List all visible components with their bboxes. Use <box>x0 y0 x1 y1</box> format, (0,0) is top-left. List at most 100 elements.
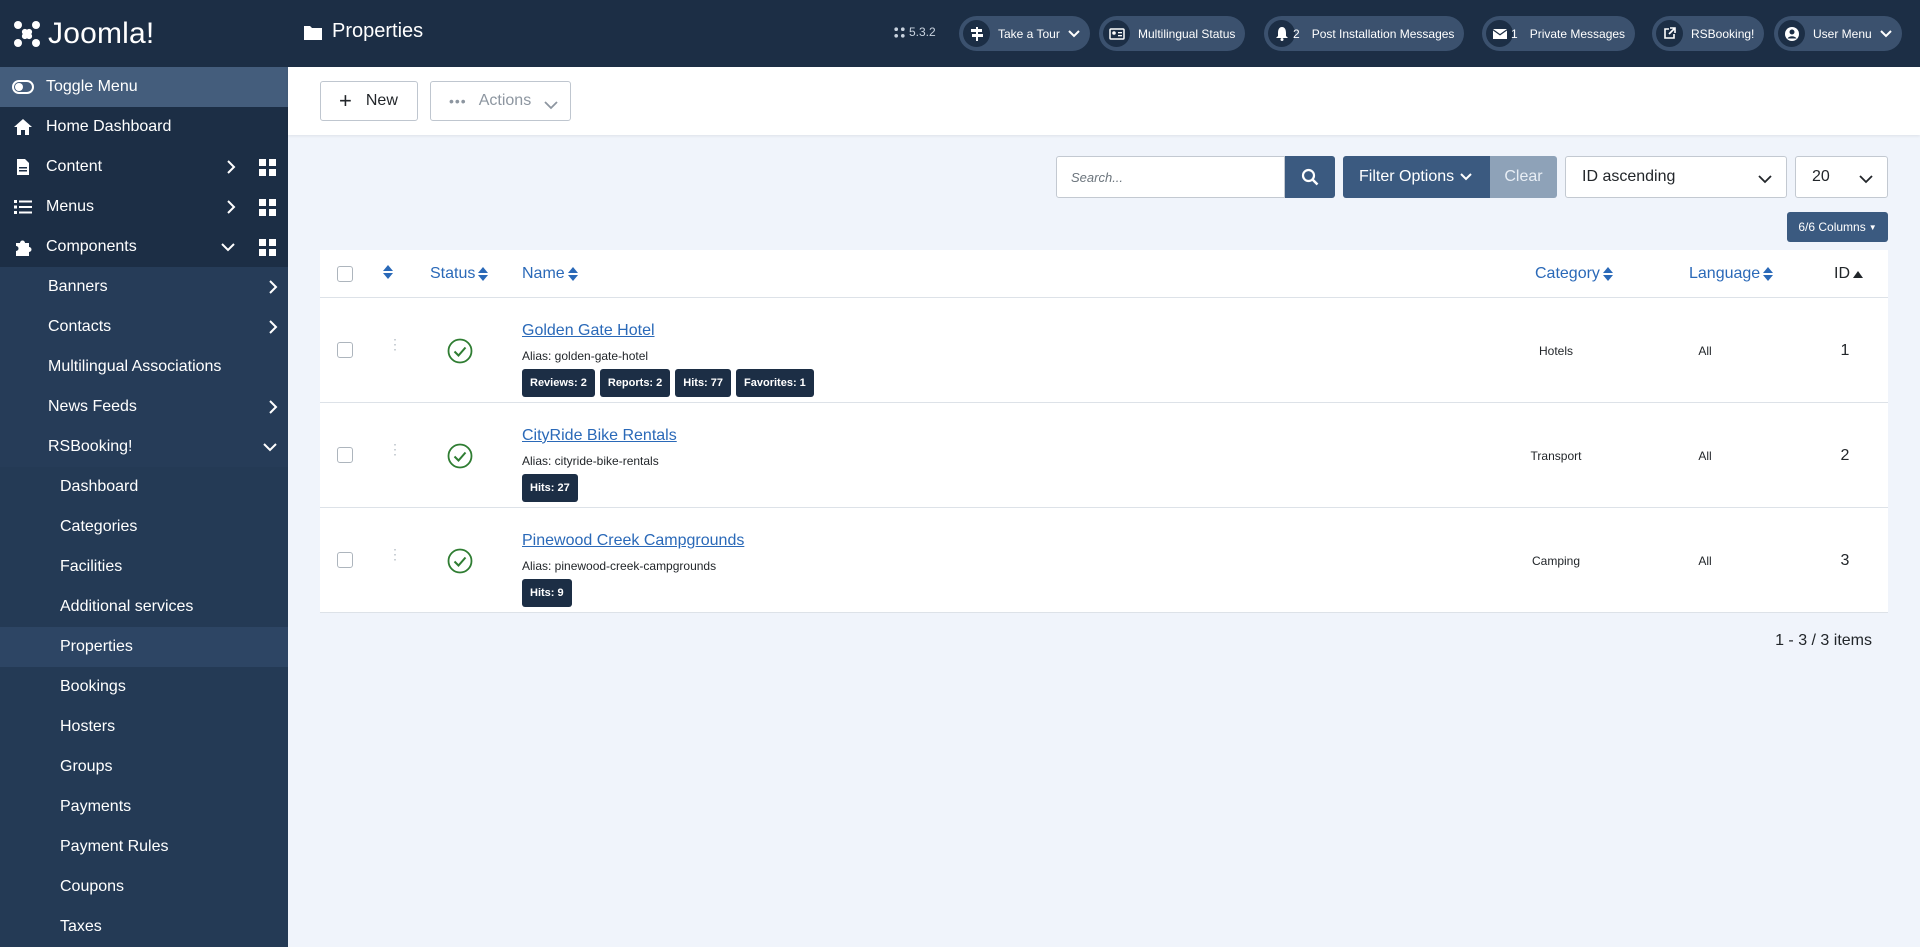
clear-button[interactable]: Clear <box>1490 156 1557 198</box>
user-menu-button[interactable]: User Menu <box>1774 16 1902 51</box>
list-limit-value: 20 <box>1812 168 1830 185</box>
sort-icon <box>478 267 489 281</box>
published-check-icon[interactable] <box>447 443 473 474</box>
sidebar-item-label: Coupons <box>60 878 125 895</box>
dashboard-grid-icon[interactable] <box>259 159 276 181</box>
published-check-icon[interactable] <box>447 338 473 369</box>
search-button[interactable] <box>1285 156 1335 198</box>
actions-label: Actions <box>478 92 532 109</box>
header: Properties 5.3.2 Take a Tour Multilingua… <box>288 0 1920 67</box>
filter-options-button[interactable]: Filter Options <box>1343 156 1490 198</box>
sidebar-item-content[interactable]: Content <box>0 147 288 187</box>
select-all-checkbox[interactable] <box>337 266 353 282</box>
sidebar-item-components[interactable]: Components <box>0 227 288 267</box>
chevron-right-icon <box>268 399 278 420</box>
sidebar-item-contacts[interactable]: Contacts <box>0 307 288 347</box>
category-sort-header[interactable]: Category <box>1535 265 1613 283</box>
sidebar-item-rsbooking[interactable]: RSBooking! <box>0 427 288 467</box>
sidebar-item-hosters[interactable]: Hosters <box>0 707 288 747</box>
search-icon <box>1301 168 1319 186</box>
property-name-link[interactable]: Golden Gate Hotel <box>522 322 655 340</box>
published-check-icon[interactable] <box>447 548 473 579</box>
sort-select[interactable]: ID ascending <box>1565 156 1787 198</box>
sidebar-item-payment-rules[interactable]: Payment Rules <box>0 827 288 867</box>
user-menu-label: User Menu <box>1813 26 1872 41</box>
sidebar-item-content-label: Content <box>46 158 103 175</box>
list-limit-select[interactable]: 20 <box>1795 156 1888 198</box>
table-row: ⋮ Golden Gate Hotel Alias: golden-gate-h… <box>320 298 1888 403</box>
property-name-link[interactable]: CityRide Bike Rentals <box>522 427 677 445</box>
sidebar-item-label: Taxes <box>60 918 102 935</box>
sort-select-value: ID ascending <box>1582 168 1676 185</box>
row-checkbox[interactable] <box>337 447 353 463</box>
id-card-icon <box>1103 20 1130 47</box>
user-circle-icon <box>1778 20 1805 47</box>
sidebar-item-menus-label: Menus <box>46 198 95 215</box>
multilingual-status-button[interactable]: Multilingual Status <box>1099 16 1246 51</box>
sidebar-item-dashboard[interactable]: Dashboard <box>0 467 288 507</box>
columns-label: 6/6 Columns <box>1798 220 1866 234</box>
table-row: ⋮ CityRide Bike Rentals Alias: cityride-… <box>320 403 1888 508</box>
sidebar-item-bookings[interactable]: Bookings <box>0 667 288 707</box>
sidebar-item-categories[interactable]: Categories <box>0 507 288 547</box>
drag-handle-icon[interactable]: ⋮ <box>388 547 402 561</box>
home-icon <box>12 117 34 137</box>
toggle-menu[interactable]: Toggle Menu <box>0 67 288 107</box>
sidebar-item-banners[interactable]: Banners <box>0 267 288 307</box>
signpost-icon <box>963 20 990 47</box>
sidebar-item-payments[interactable]: Payments <box>0 787 288 827</box>
ordering-sort-header[interactable] <box>383 265 393 279</box>
dashboard-grid-icon[interactable] <box>259 199 276 221</box>
row-checkbox[interactable] <box>337 552 353 568</box>
sidebar-item-properties[interactable]: Properties <box>0 627 288 667</box>
language-sort-header[interactable]: Language <box>1689 265 1774 283</box>
property-category: Hotels <box>1538 344 1573 358</box>
status-sort-header[interactable]: Status <box>430 265 489 283</box>
actions-dropdown[interactable]: ••• Actions <box>430 81 571 121</box>
joomla-logo[interactable]: Joomla! <box>0 0 288 67</box>
property-badges: Hits: 9 <box>522 579 572 607</box>
version-text: 5.3.2 <box>909 25 936 39</box>
plus-icon: + <box>339 88 352 113</box>
dashboard-grid-icon[interactable] <box>259 239 276 261</box>
rsbooking-site-label: RSBooking! <box>1691 26 1755 41</box>
new-button[interactable]: + New <box>320 81 418 121</box>
chevron-right-icon <box>226 199 236 220</box>
sidebar-item-label: Dashboard <box>60 478 139 495</box>
post-installation-messages-button[interactable]: 2 Post Installation Messages <box>1264 16 1465 51</box>
sidebar-item-newsfeeds[interactable]: News Feeds <box>0 387 288 427</box>
take-a-tour-button[interactable]: Take a Tour <box>959 16 1090 51</box>
property-name-link[interactable]: Pinewood Creek Campgrounds <box>522 532 744 550</box>
sidebar-item-coupons[interactable]: Coupons <box>0 867 288 907</box>
columns-button[interactable]: 6/6 Columns ▼ <box>1787 212 1888 242</box>
language-header-label: Language <box>1689 265 1761 282</box>
sidebar-item-taxes[interactable]: Taxes <box>0 907 288 947</box>
sidebar-item-label: Bookings <box>60 678 126 695</box>
id-sort-header[interactable]: ID <box>1834 265 1863 283</box>
sidebar-item-multilingual[interactable]: Multilingual Associations <box>0 347 288 387</box>
sidebar-item-home[interactable]: Home Dashboard <box>0 107 288 147</box>
sidebar-item-groups[interactable]: Groups <box>0 747 288 787</box>
ellipsis-icon: ••• <box>449 93 467 109</box>
sidebar-item-label: Properties <box>60 638 133 655</box>
drag-handle-icon[interactable]: ⋮ <box>388 337 402 351</box>
sidebar-item-additional-services[interactable]: Additional services <box>0 587 288 627</box>
toolbar: + New ••• Actions <box>288 67 1920 135</box>
chevron-down-icon <box>1460 173 1472 181</box>
drag-handle-icon[interactable]: ⋮ <box>388 442 402 456</box>
private-messages-button[interactable]: 1 Private Messages <box>1482 16 1636 51</box>
search-input[interactable]: Search... <box>1056 156 1285 198</box>
sidebar-item-label: Additional services <box>60 598 194 615</box>
property-badges: Hits: 27 <box>522 474 578 502</box>
sidebar-item-menus[interactable]: Menus <box>0 187 288 227</box>
sidebar-item-facilities[interactable]: Facilities <box>0 547 288 587</box>
external-link-icon <box>1656 20 1683 47</box>
property-alias: Alias: cityride-bike-rentals <box>522 454 659 468</box>
rsbooking-site-button[interactable]: RSBooking! <box>1652 16 1765 51</box>
row-checkbox[interactable] <box>337 342 353 358</box>
stat-badge: Reviews: 2 <box>522 369 595 397</box>
chevron-down-icon <box>1879 27 1892 41</box>
property-language: All <box>1698 554 1712 568</box>
category-header-label: Category <box>1535 265 1600 282</box>
name-sort-header[interactable]: Name <box>522 265 578 283</box>
